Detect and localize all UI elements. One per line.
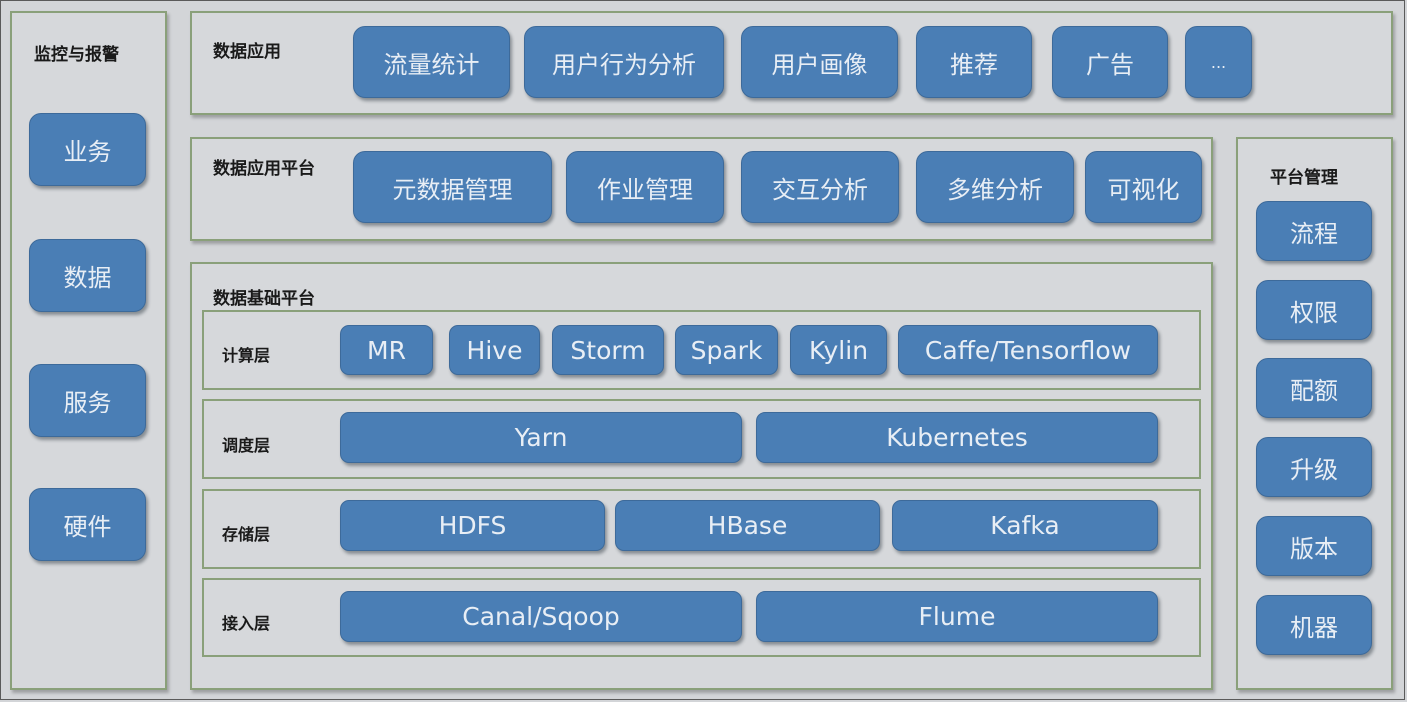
app-recommendation: 推荐 bbox=[916, 26, 1032, 98]
compute-kylin: Kylin bbox=[790, 325, 887, 375]
ingestion-canal-sqoop: Canal/Sqoop bbox=[340, 591, 742, 642]
compute-layer-label: 计算层 bbox=[222, 346, 271, 365]
data-applications-title: 数据应用 bbox=[213, 42, 281, 62]
mgmt-quota: 配额 bbox=[1256, 358, 1372, 418]
mgmt-workflow: 流程 bbox=[1256, 201, 1372, 261]
platform-interactive-analysis: 交互分析 bbox=[741, 151, 899, 223]
monitoring-item-service: 服务 bbox=[29, 364, 146, 437]
platform-visualization: 可视化 bbox=[1085, 151, 1202, 223]
mgmt-machines: 机器 bbox=[1256, 595, 1372, 655]
monitoring-item-data: 数据 bbox=[29, 239, 146, 312]
storage-hbase: HBase bbox=[615, 500, 880, 551]
mgmt-permissions: 权限 bbox=[1256, 280, 1372, 340]
mgmt-upgrade: 升级 bbox=[1256, 437, 1372, 497]
compute-mr: MR bbox=[340, 325, 433, 375]
data-app-platform-title: 数据应用平台 bbox=[213, 159, 315, 179]
compute-hive: Hive bbox=[449, 325, 540, 375]
platform-olap: 多维分析 bbox=[916, 151, 1074, 223]
app-user-profile: 用户画像 bbox=[741, 26, 898, 98]
platform-metadata-mgmt: 元数据管理 bbox=[353, 151, 552, 223]
storage-layer-label: 存储层 bbox=[222, 525, 271, 544]
data-foundation-title: 数据基础平台 bbox=[213, 289, 315, 309]
app-advertising: 广告 bbox=[1052, 26, 1168, 98]
mgmt-version: 版本 bbox=[1256, 516, 1372, 576]
scheduling-yarn: Yarn bbox=[340, 412, 742, 463]
platform-job-mgmt: 作业管理 bbox=[566, 151, 724, 223]
monitoring-item-hardware: 硬件 bbox=[29, 488, 146, 561]
compute-spark: Spark bbox=[675, 325, 778, 375]
ingestion-layer-label: 接入层 bbox=[222, 614, 271, 633]
storage-hdfs: HDFS bbox=[340, 500, 605, 551]
compute-caffe-tensorflow: Caffe/Tensorflow bbox=[898, 325, 1158, 375]
app-traffic-stats: 流量统计 bbox=[353, 26, 510, 98]
compute-storm: Storm bbox=[552, 325, 664, 375]
ingestion-flume: Flume bbox=[756, 591, 1158, 642]
app-more: ... bbox=[1185, 26, 1252, 98]
storage-kafka: Kafka bbox=[892, 500, 1158, 551]
scheduling-layer-label: 调度层 bbox=[222, 436, 271, 455]
scheduling-kubernetes: Kubernetes bbox=[756, 412, 1158, 463]
monitoring-title: 监控与报警 bbox=[34, 45, 119, 65]
monitoring-item-business: 业务 bbox=[29, 113, 146, 186]
app-user-behavior: 用户行为分析 bbox=[524, 26, 724, 98]
platform-management-title: 平台管理 bbox=[1270, 168, 1338, 188]
